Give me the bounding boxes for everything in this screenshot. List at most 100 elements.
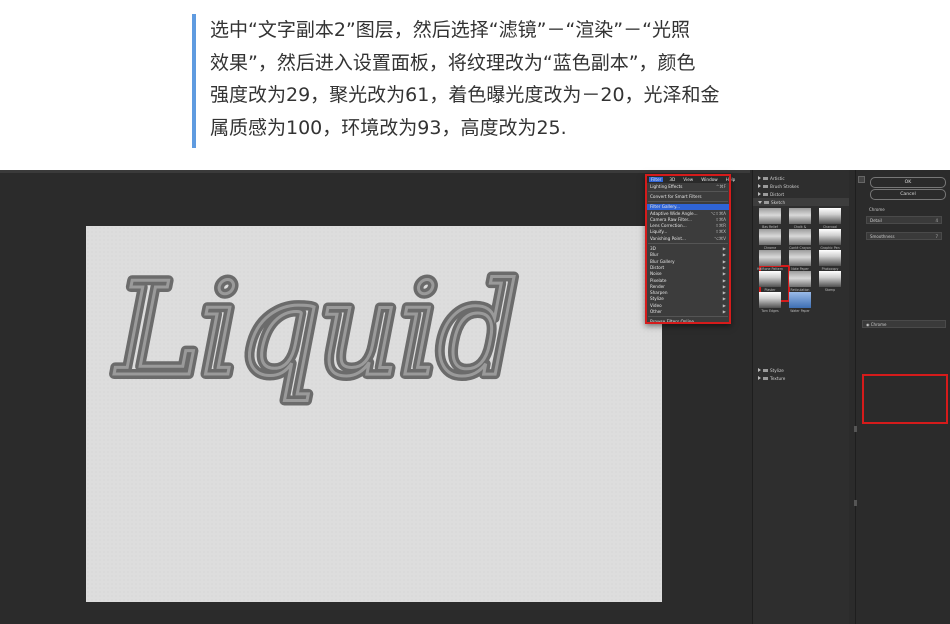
filter-thumbnail-label: Bas Relief bbox=[762, 224, 778, 229]
menu-item-label: Blur bbox=[650, 252, 659, 258]
liquid-text-highlight: Liquid bbox=[114, 256, 517, 405]
filter-thumbnail[interactable] bbox=[789, 208, 811, 224]
menu-item-label: Stylize bbox=[650, 296, 664, 302]
menu-separator bbox=[648, 316, 728, 318]
filter-thumbnail[interactable] bbox=[759, 250, 781, 266]
gallery-folder[interactable]: Sketch bbox=[753, 198, 849, 206]
menu-item-label: Video bbox=[650, 302, 662, 308]
filter-thumbnail-label: Graphic Pen bbox=[820, 245, 840, 250]
menu-item-label: Lighting Effects bbox=[650, 183, 683, 189]
menu-item-shortcut: ▶ bbox=[722, 277, 726, 283]
gallery-folder-label: Sketch bbox=[771, 199, 786, 205]
ok-button[interactable]: OK bbox=[870, 177, 946, 188]
menu-item-label: Camera Raw Filter... bbox=[650, 216, 692, 222]
menu-item-shortcut: ▶ bbox=[722, 296, 726, 302]
disclosure-triangle-icon[interactable] bbox=[758, 368, 761, 372]
filter-thumbnail[interactable] bbox=[819, 250, 841, 266]
disclosure-triangle-icon[interactable] bbox=[758, 192, 761, 196]
menubar-item[interactable]: Filter bbox=[649, 176, 664, 182]
menubar: Filter 3D View Window Help bbox=[646, 175, 735, 183]
disclosure-triangle-icon[interactable] bbox=[758, 184, 761, 188]
menu-item-label: Pixelate bbox=[650, 277, 667, 283]
effect-layer-row[interactable]: ◉ Chrome bbox=[862, 320, 946, 328]
filter-thumbnail-label: Photocopy bbox=[821, 266, 839, 271]
smoothness-value: 7 bbox=[935, 234, 938, 239]
menu-item-label: Sharpen bbox=[650, 290, 668, 296]
disclosure-triangle-icon[interactable] bbox=[758, 376, 761, 380]
gallery-folder[interactable]: Stylize bbox=[753, 366, 849, 374]
menubar-item[interactable]: Window bbox=[699, 177, 720, 182]
menu-item[interactable]: Browse Filters Online... bbox=[646, 319, 730, 325]
filter-thumbnail-label: Charcoal bbox=[823, 224, 837, 229]
menu-item-label: Render bbox=[650, 283, 665, 289]
menu-item-shortcut: ▶ bbox=[722, 308, 726, 314]
gallery-folder-label: Stylize bbox=[770, 367, 784, 373]
scroll-handle[interactable] bbox=[854, 500, 857, 506]
menu-item-shortcut: ▶ bbox=[722, 290, 726, 296]
menu-item[interactable]: Convert for Smart Filters bbox=[646, 193, 730, 199]
liquid-lettering: Liquid Liquid bbox=[109, 251, 524, 410]
folder-icon bbox=[763, 376, 768, 380]
menu-item[interactable]: Adaptive Wide Angle... ⌥⇧⌘A bbox=[646, 210, 730, 216]
cancel-button[interactable]: Cancel bbox=[870, 189, 946, 200]
disclosure-triangle-icon[interactable] bbox=[758, 176, 761, 180]
detail-slider[interactable]: Detail 4 bbox=[866, 216, 942, 224]
filter-thumbnail[interactable] bbox=[819, 229, 841, 245]
folder-icon bbox=[763, 176, 768, 180]
gallery-folder[interactable]: Distort bbox=[753, 190, 849, 198]
menu-item[interactable]: Lighting Effects ^⌘F bbox=[646, 183, 730, 189]
instruction-line: 强度改为29，聚光改为61，着色曝光度改为－20，光泽和金 bbox=[210, 84, 720, 106]
filter-thumbnail[interactable] bbox=[789, 250, 811, 266]
filter-thumbnail[interactable] bbox=[759, 229, 781, 245]
folder-icon bbox=[763, 184, 768, 188]
detail-value: 4 bbox=[935, 218, 938, 223]
filter-thumbnail-label: Plaster bbox=[764, 287, 776, 292]
menu-item[interactable]: Camera Raw Filter... ⇧⌘A bbox=[646, 216, 730, 222]
menubar-item[interactable]: 3D bbox=[667, 177, 677, 182]
filter-menu[interactable]: Filter 3D View Window Help Lighting Effects ^… bbox=[645, 174, 735, 325]
disclosure-triangle-icon[interactable] bbox=[758, 200, 762, 204]
instruction-block: 选中“文字副本2”图层，然后选择“滤镜”－“渲染”－“光照 效果”，然后进入设置… bbox=[192, 14, 806, 148]
instruction-text: 选中“文字副本2”图层，然后选择“滤镜”－“渲染”－“光照 效果”，然后进入设置… bbox=[210, 14, 720, 144]
menu-item-shortcut: ▶ bbox=[722, 271, 726, 277]
filter-thumbnail-label: Reticulation bbox=[790, 287, 810, 292]
gallery-folder[interactable]: Artistic bbox=[753, 174, 849, 182]
gallery-folders-bottom: Stylize Texture bbox=[753, 366, 849, 382]
effect-layer-label: Chrome bbox=[870, 322, 887, 327]
menu-item-shortcut: ⇧⌘R bbox=[715, 223, 726, 229]
filter-thumbnail[interactable] bbox=[759, 292, 781, 308]
thumbnail-grid: Bas ReliefChalk & CharcoalCharcoalChrome… bbox=[757, 208, 849, 328]
menu-item[interactable]: Vanishing Point... ⌥⌘V bbox=[646, 235, 730, 241]
menu-item-label: 3D bbox=[650, 246, 656, 252]
collapse-icon[interactable] bbox=[858, 176, 865, 183]
filter-thumbnail-label: Halftone Pattern bbox=[757, 266, 783, 271]
scroll-handle[interactable] bbox=[854, 426, 857, 432]
filter-menu-items: Lighting Effects ^⌘F Convert for Smart Fil… bbox=[646, 183, 730, 325]
filter-thumbnail[interactable] bbox=[789, 229, 811, 245]
gallery-folder[interactable]: Brush Strokes bbox=[753, 182, 849, 190]
menu-item-label: Blur Gallery bbox=[650, 258, 675, 264]
filter-thumbnail[interactable] bbox=[759, 208, 781, 224]
filter-thumbnail[interactable] bbox=[819, 271, 841, 287]
filter-thumbnail[interactable] bbox=[819, 208, 841, 224]
photoshop-screenshot: Liquid Liquid Filter 3D View Window Help Lig… bbox=[0, 170, 950, 624]
menubar-item[interactable]: Help bbox=[724, 177, 738, 182]
filter-thumbnail[interactable] bbox=[759, 271, 781, 287]
document-canvas[interactable]: Liquid Liquid bbox=[86, 226, 662, 602]
menu-item-shortcut: ^⌘F bbox=[715, 183, 726, 189]
filter-thumbnail[interactable] bbox=[789, 271, 811, 287]
menu-item-label: Liquify... bbox=[650, 229, 668, 235]
gallery-folder[interactable]: Texture bbox=[753, 374, 849, 382]
filter-thumbnail[interactable] bbox=[789, 292, 811, 308]
menubar-item[interactable]: View bbox=[681, 177, 695, 182]
menu-item[interactable]: Other ▶ bbox=[646, 308, 730, 314]
instruction-line: 效果”，然后进入设置面板，将纹理改为“蓝色副本”，颜色 bbox=[210, 51, 696, 74]
filter-thumbnail-label: Chrome bbox=[763, 245, 777, 250]
gallery-folder-label: Texture bbox=[770, 375, 786, 381]
smoothness-slider[interactable]: Smoothness 7 bbox=[866, 232, 942, 240]
menu-separator bbox=[648, 190, 728, 192]
filter-gallery-panel: Artistic Brush Strokes Distort Sketch Bas R… bbox=[752, 170, 849, 624]
folder-icon bbox=[764, 200, 769, 204]
menu-item-shortcut: ⇧⌘X bbox=[715, 229, 726, 235]
instruction-line: 属质感为100，环境改为93，高度改为25. bbox=[210, 116, 567, 139]
